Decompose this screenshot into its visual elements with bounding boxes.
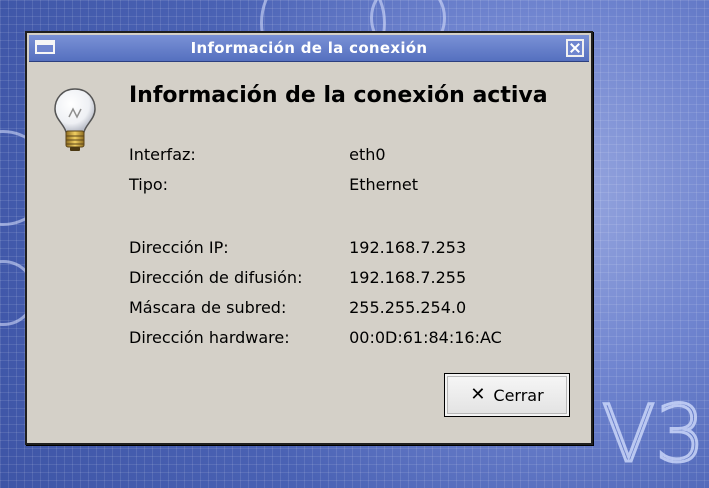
row-value: 192.168.7.255 xyxy=(349,268,467,287)
info-row-subnet: Máscara de subred: 255.255.254.0 xyxy=(129,298,466,317)
row-label: Dirección hardware: xyxy=(129,328,290,347)
row-label: Interfaz: xyxy=(129,145,196,164)
info-row-broadcast: Dirección de difusión: 192.168.7.255 xyxy=(129,268,466,287)
cancel-x-icon: ✕ xyxy=(470,384,486,405)
info-row-interface: Interfaz: eth0 xyxy=(129,145,386,164)
row-value: 192.168.7.253 xyxy=(349,238,467,257)
row-label: Máscara de subred: xyxy=(129,298,287,317)
info-row-hardware: Dirección hardware: 00:0D:61:84:16:AC xyxy=(129,328,502,347)
row-value: eth0 xyxy=(349,145,386,164)
row-label: Dirección de difusión: xyxy=(129,268,303,287)
close-icon[interactable] xyxy=(566,39,584,57)
desktop: linex V3 Información de la conexión Info… xyxy=(0,0,709,488)
dialog-heading: Información de la conexión activa xyxy=(129,83,548,108)
lightbulb-icon xyxy=(54,88,96,151)
info-row-ip: Dirección IP: 192.168.7.253 xyxy=(129,238,466,257)
row-value: Ethernet xyxy=(349,175,419,194)
row-value: 255.255.254.0 xyxy=(349,298,467,317)
close-button[interactable]: ✕ Cerrar xyxy=(444,373,570,417)
row-value: 00:0D:61:84:16:AC xyxy=(349,328,502,347)
window-title: Información de la conexión xyxy=(190,39,428,57)
row-label: Tipo: xyxy=(129,175,169,194)
connection-info-dialog: Información de la conexión Información d… xyxy=(25,31,593,445)
title-bar[interactable]: Información de la conexión xyxy=(29,35,589,62)
close-button-label: Cerrar xyxy=(493,385,544,405)
wallpaper-version-text: V3 xyxy=(601,390,707,480)
info-row-type: Tipo: Ethernet xyxy=(129,175,418,194)
row-label: Dirección IP: xyxy=(129,238,229,257)
